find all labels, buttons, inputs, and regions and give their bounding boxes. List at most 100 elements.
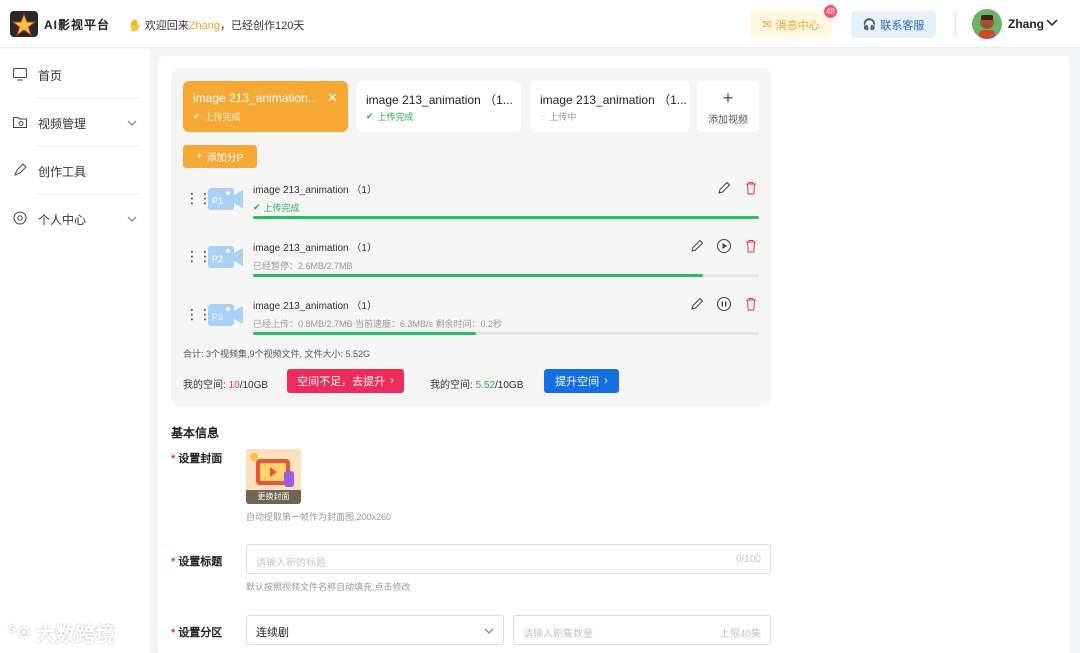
support-label: 联系客服 [880,19,925,32]
settings-icon [12,210,28,229]
sidebar-item-label: 创作工具 [38,164,87,179]
category-select[interactable]: 连续剧 [246,615,504,645]
space-used: 10 [228,380,240,391]
tab-video-1[interactable]: image 213_animation... ✕ ✔ 上传完成 [183,81,348,132]
title-counter: 0/100 [735,554,761,565]
trash-icon[interactable] [743,296,759,312]
part-status-text: 上传完成 [263,203,300,213]
top-header: AI影视平台 ✋ 欢迎回来Zhang，已经创作120天 ✉ 消息中心 48 🎧 … [0,0,1080,48]
sidebar-item-label: 视频管理 [38,116,87,131]
svg-text:P3: P3 [212,312,223,322]
episode-count-input[interactable]: 请输入剧集数量 上限40集 [513,615,771,645]
trash-icon[interactable] [743,180,759,196]
header-divider [955,12,956,36]
hand-wave-icon: ✋ [128,20,142,32]
sidebar: 首页 视频管理 创作工具 个人中心 [0,49,150,653]
sidebar-item-label: 首页 [38,68,63,83]
check-circle-icon: ✔ [253,202,261,212]
progress-bar [253,332,476,335]
progress-bar [253,216,759,219]
tab-title: image 213_animation... [193,91,318,105]
cover-thumbnail[interactable]: 更换封面 [246,449,301,504]
tab-status: ✔ 上传完成 [366,110,414,123]
upgrade-space-button[interactable]: 提升空间 › [544,369,619,393]
tab-status-text: 上传中 [549,112,577,122]
tab-status: ✔ 上传完成 [193,110,241,123]
messages-button[interactable]: ✉ 消息中心 [750,11,832,38]
play-icon[interactable] [716,238,732,254]
sidebar-item-creation-tools[interactable]: 创作工具 [0,147,150,195]
add-part-label: 添加分P [206,153,244,164]
title-hint: 默认按照视频文件名称自动填充,点击修改 [246,582,411,592]
tab-status: ◌ 上传中 [540,110,576,123]
edit-icon[interactable] [716,180,732,196]
part-status: ✔ 上传完成 [253,201,300,214]
welcome-suffix: ，已经创作120天 [219,20,305,32]
sidebar-item-label: 个人中心 [38,212,87,227]
sidebar-item-home[interactable]: 首页 [0,51,150,99]
check-circle-icon: ✔ [193,111,201,121]
label-text: 设置封面 [178,453,223,465]
pause-icon[interactable] [716,296,732,312]
edit-icon[interactable] [689,238,705,254]
video-camera-icon: P1 [208,186,243,212]
edit-icon[interactable] [689,296,705,312]
chevron-down-icon[interactable] [1045,15,1059,32]
upload-summary: 合计: 3个视频集,9个视频文件, 文件大小: 5.52G [183,349,371,359]
tab-title: image 213_animation （1... [366,93,513,107]
part-status: 已经暂停：2.6MB/2.7MB [253,261,353,271]
episode-placeholder: 请输入剧集数量 [523,629,593,640]
user-name[interactable]: Zhang [1008,17,1044,31]
sidebar-item-video-management[interactable]: 视频管理 [0,99,150,147]
space-total: /10GB [239,380,269,391]
space-used: 5.52 [475,380,496,391]
progress-track [253,332,759,335]
space-total: /10GB [495,380,524,391]
loading-icon: ◌ [540,111,546,122]
add-video-button[interactable]: + 添加视频 [697,81,759,132]
welcome-text: ✋ 欢迎回来Zhang，已经创作120天 [128,17,304,33]
change-cover-button[interactable]: 更换封面 [246,490,301,504]
space-usage-2: 我的空间: 5.52/10GB [430,376,523,391]
button-label: 提升空间 [555,376,600,388]
plus-icon: + [196,151,203,162]
add-part-button[interactable]: + 添加分P [183,145,257,168]
support-button[interactable]: 🎧 联系客服 [851,11,936,38]
close-icon[interactable]: ✕ [327,90,338,106]
title-placeholder: 请输入新的标题 [256,558,326,569]
welcome-prefix: 欢迎回来 [144,20,189,32]
part-name: image 213_animation （1） [253,243,377,254]
mail-icon: ✉ [762,19,772,31]
chevron-down-icon [483,625,495,640]
trash-icon[interactable] [743,238,759,254]
part-name: image 213_animation （1） [253,301,377,312]
video-camera-icon: P2 [208,244,243,270]
tab-video-3[interactable]: image 213_animation （1... ◌ 上传中 [530,81,690,132]
sidebar-item-personal-center[interactable]: 个人中心 [0,195,150,243]
svg-text:P2: P2 [212,254,223,264]
progress-bar [253,274,704,277]
cover-field-label: * 设置封面 [171,453,223,465]
chevron-down-icon[interactable] [126,117,138,132]
progress-track [253,216,759,219]
tab-video-2[interactable]: image 213_animation （1... ✔ 上传完成 [356,81,521,132]
monitor-icon [12,66,28,85]
title-field-label: * 设置标题 [171,556,223,568]
tab-title: image 213_animation （1... [540,93,687,107]
upgrade-space-warning-button[interactable]: 空间不足，去提升 › [287,369,404,393]
svg-text:P1: P1 [212,196,223,206]
tab-status-text: 上传完成 [204,112,241,122]
section-title: 基本信息 [171,426,220,440]
chevron-down-icon[interactable] [126,213,138,228]
watermark-logo-icon: ᔆ⊙ [8,622,32,642]
headset-icon: 🎧 [862,19,877,31]
label-text: 设置分区 [178,627,223,639]
chevron-right-icon: › [604,375,608,387]
avatar[interactable] [972,9,1002,39]
category-value: 连续剧 [256,627,289,639]
title-input[interactable]: 请输入新的标题 0/100 [246,544,771,574]
logo-icon[interactable] [10,11,38,37]
category-field-label: * 设置分区 [171,627,223,639]
watermark-text: 大数跨境 [35,624,116,646]
messages-label: 消息中心 [775,19,820,32]
